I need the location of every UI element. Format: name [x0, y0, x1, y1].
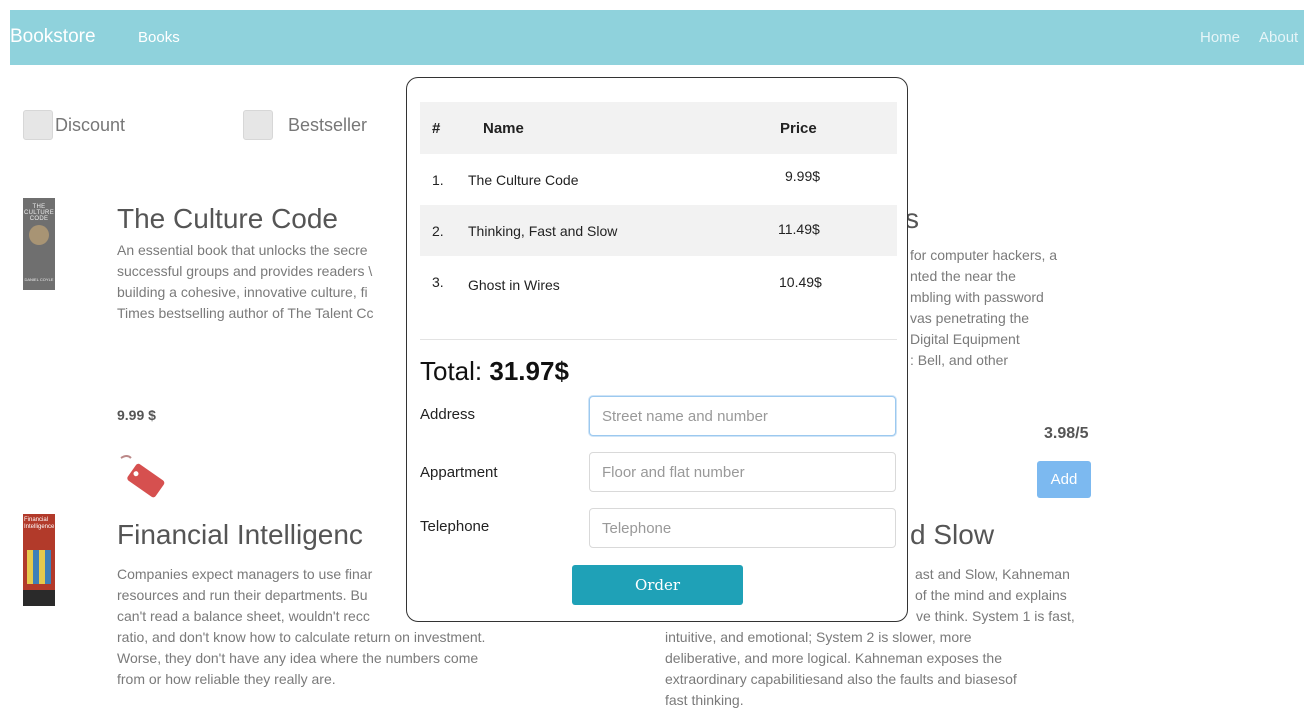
divider [420, 339, 897, 340]
row-price: 11.49$ [778, 221, 820, 237]
desc-line: extraordinary capabilitiesand also the f… [665, 671, 1017, 687]
cover-emblem [29, 225, 49, 245]
apartment-label: Appartment [420, 464, 498, 481]
order-button[interactable]: Order [572, 565, 743, 605]
discount-label: Discount [55, 114, 126, 135]
cover-band [23, 590, 55, 606]
nav-home-link[interactable]: Home [1200, 29, 1240, 46]
add-to-cart-button[interactable]: Add [1037, 461, 1091, 498]
cover-author: DANIEL COYLE [24, 277, 54, 282]
discount-checkbox[interactable] [23, 110, 53, 140]
desc-line: vas penetrating the [910, 310, 1030, 326]
discount-tag-icon [120, 455, 165, 498]
cart-row: 2. Thinking, Fast and Slow 11.49$ [420, 205, 897, 256]
row-name: The Culture Code [468, 172, 579, 188]
header-number: # [432, 120, 441, 137]
row-number: 3. [432, 274, 444, 290]
desc-line: building a cohesive, innovative culture,… [117, 284, 368, 300]
row-number: 2. [432, 223, 444, 239]
book-title: Financial Intelligenc [117, 519, 363, 550]
book-price: 9.99 $ [117, 407, 156, 423]
book-rating: 3.98/5 [1044, 425, 1089, 442]
cart-row: 3. Ghost in Wires 10.49$ [420, 256, 897, 307]
desc-line: from or how reliable they really are. [117, 671, 336, 687]
row-number: 1. [432, 172, 444, 188]
book-title-clipped: d Slow [910, 519, 995, 550]
desc-line: Digital Equipment [910, 331, 1020, 347]
row-name: Thinking, Fast and Slow [468, 223, 618, 239]
header-name: Name [483, 120, 524, 137]
row-price: 10.49$ [779, 274, 822, 290]
book-cover-financial-intelligence: Financial Intelligence [23, 514, 55, 606]
brand-link[interactable]: Bookstore [10, 26, 96, 48]
cart-table-header: # Name Price [420, 102, 897, 154]
total-value: 31.97$ [489, 356, 569, 386]
desc-line: deliberative, and more logical. Kahneman… [665, 650, 1002, 666]
desc-line: successful groups and provides readers \ [117, 263, 373, 279]
cart-modal: # Name Price 1. The Culture Code 9.99$ 2… [406, 77, 908, 622]
bestseller-filter[interactable]: Bestseller [243, 110, 367, 140]
header-price: Price [780, 120, 817, 137]
navbar: Bookstore Books Home About [10, 10, 1304, 65]
address-label: Address [420, 406, 476, 423]
desc-line: An essential book that unlocks the secre [117, 242, 368, 258]
telephone-label: Telephone [420, 518, 490, 535]
bestseller-checkbox[interactable] [243, 110, 273, 140]
desc-line: intuitive, and emotional; System 2 is sl… [665, 629, 972, 645]
apartment-input[interactable]: Floor and flat number [589, 452, 896, 492]
bestseller-label: Bestseller [288, 114, 368, 135]
cover-title: THE CULTURE CODE [24, 204, 54, 222]
book-description: An essential book that unlocks the secre… [117, 240, 402, 324]
book-description: for computer hackers, a nted the near th… [910, 245, 1057, 371]
discount-filter[interactable]: Discount [23, 110, 125, 140]
cover-title: Financial Intelligence [24, 517, 55, 530]
cart-total: Total: 31.97$ [420, 356, 569, 387]
row-name: Ghost in Wires [468, 277, 560, 293]
desc-line: ratio, and don't know how to calculate r… [117, 629, 486, 645]
desc-line: mbling with password [910, 289, 1044, 305]
desc-line: Times bestselling author of The Talent C… [117, 305, 374, 321]
desc-line: nted the near the [910, 268, 1016, 284]
desc-line: : Bell, and other [910, 352, 1009, 368]
desc-line: Worse, they don't have any idea where th… [117, 650, 479, 666]
cart-row: 1. The Culture Code 9.99$ [420, 154, 897, 205]
telephone-input[interactable]: Telephone [589, 508, 896, 548]
book-cover-culture-code: THE CULTURE CODE DANIEL COYLE [23, 198, 55, 290]
row-price: 9.99$ [785, 168, 821, 184]
cover-graphic [27, 550, 51, 584]
address-input[interactable]: Street name and number [589, 396, 896, 436]
desc-line: fast thinking. [665, 692, 744, 708]
nav-about-link[interactable]: About [1259, 29, 1298, 46]
desc-line: for computer hackers, a [910, 247, 1058, 263]
book-title: The Culture Code [117, 203, 339, 234]
nav-books-link[interactable]: Books [138, 29, 180, 46]
total-label: Total: [420, 356, 483, 386]
